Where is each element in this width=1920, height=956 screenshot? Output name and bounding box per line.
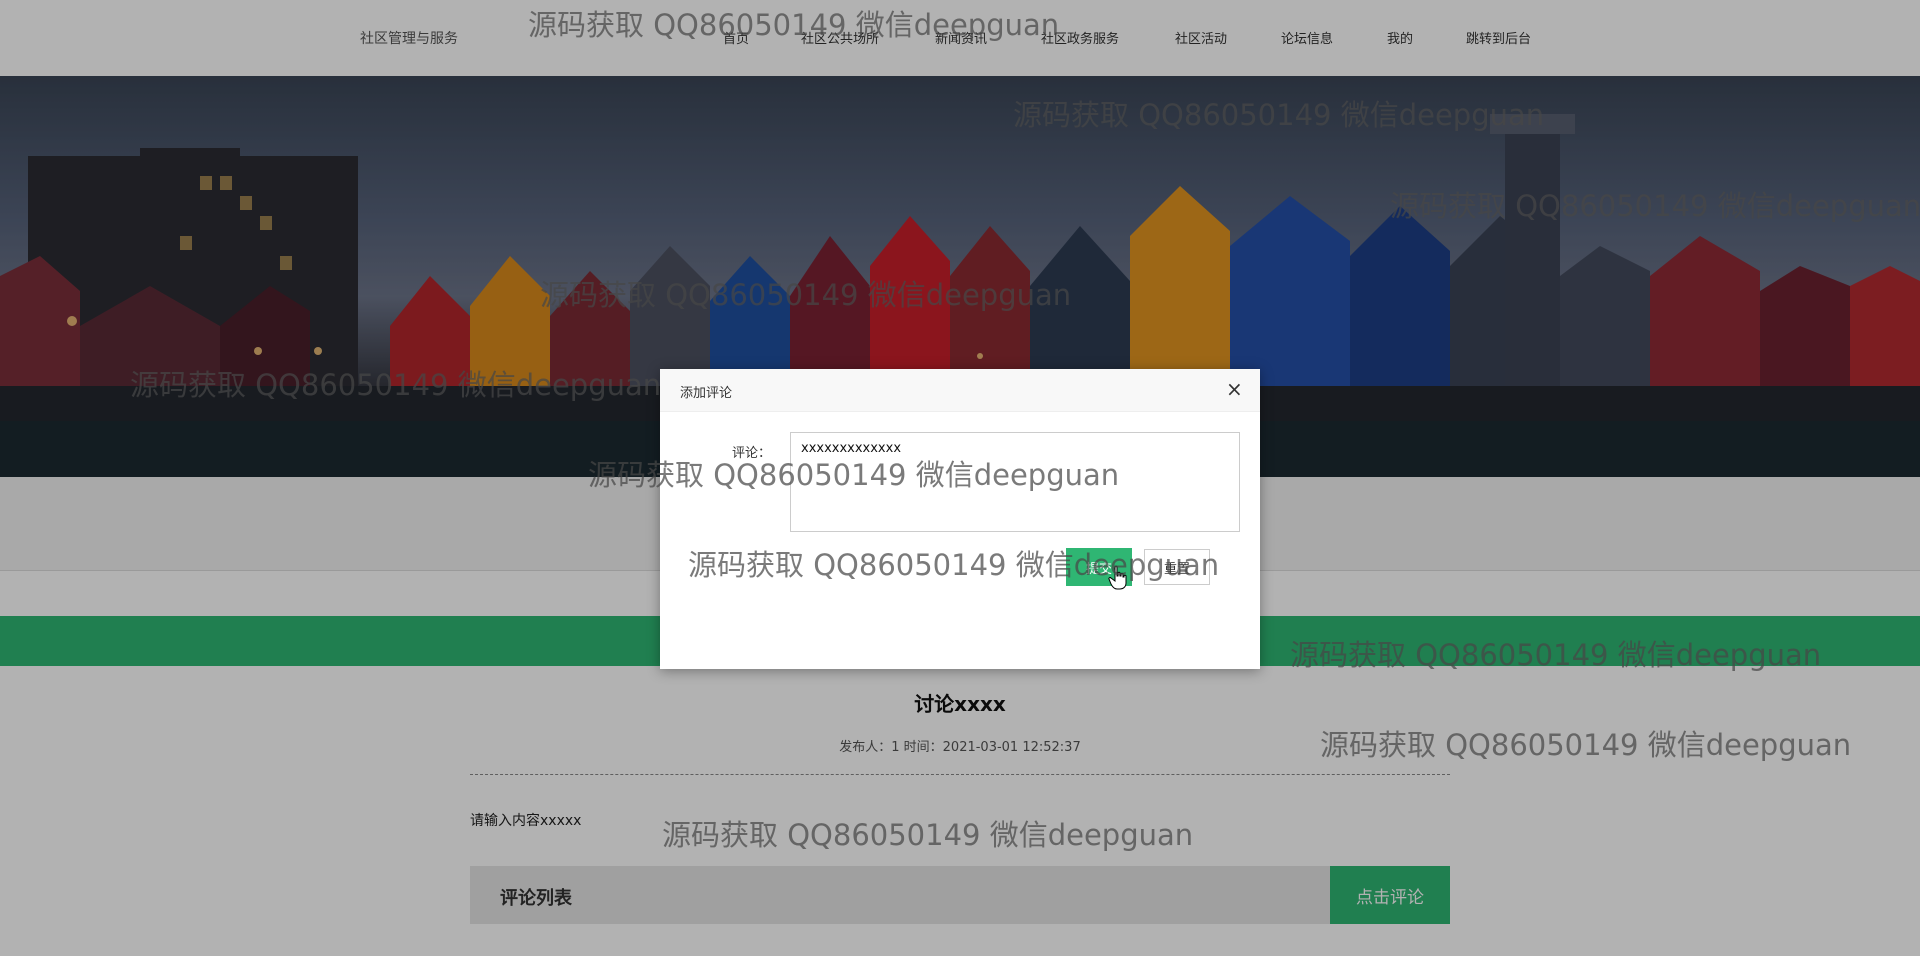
hand-cursor-icon — [1108, 565, 1127, 590]
reset-button[interactable]: 重置 — [1144, 549, 1210, 585]
comment-textarea[interactable]: xxxxxxxxxxxxx — [790, 432, 1240, 532]
add-comment-dialog: 添加评论 × 评论： xxxxxxxxxxxxx 提交 重置 — [660, 369, 1260, 669]
dialog-title: 添加评论 — [680, 386, 733, 401]
comment-field-label: 评论： — [732, 446, 772, 461]
close-icon[interactable]: × — [1226, 379, 1243, 399]
dialog-header: 添加评论 × — [660, 369, 1260, 412]
